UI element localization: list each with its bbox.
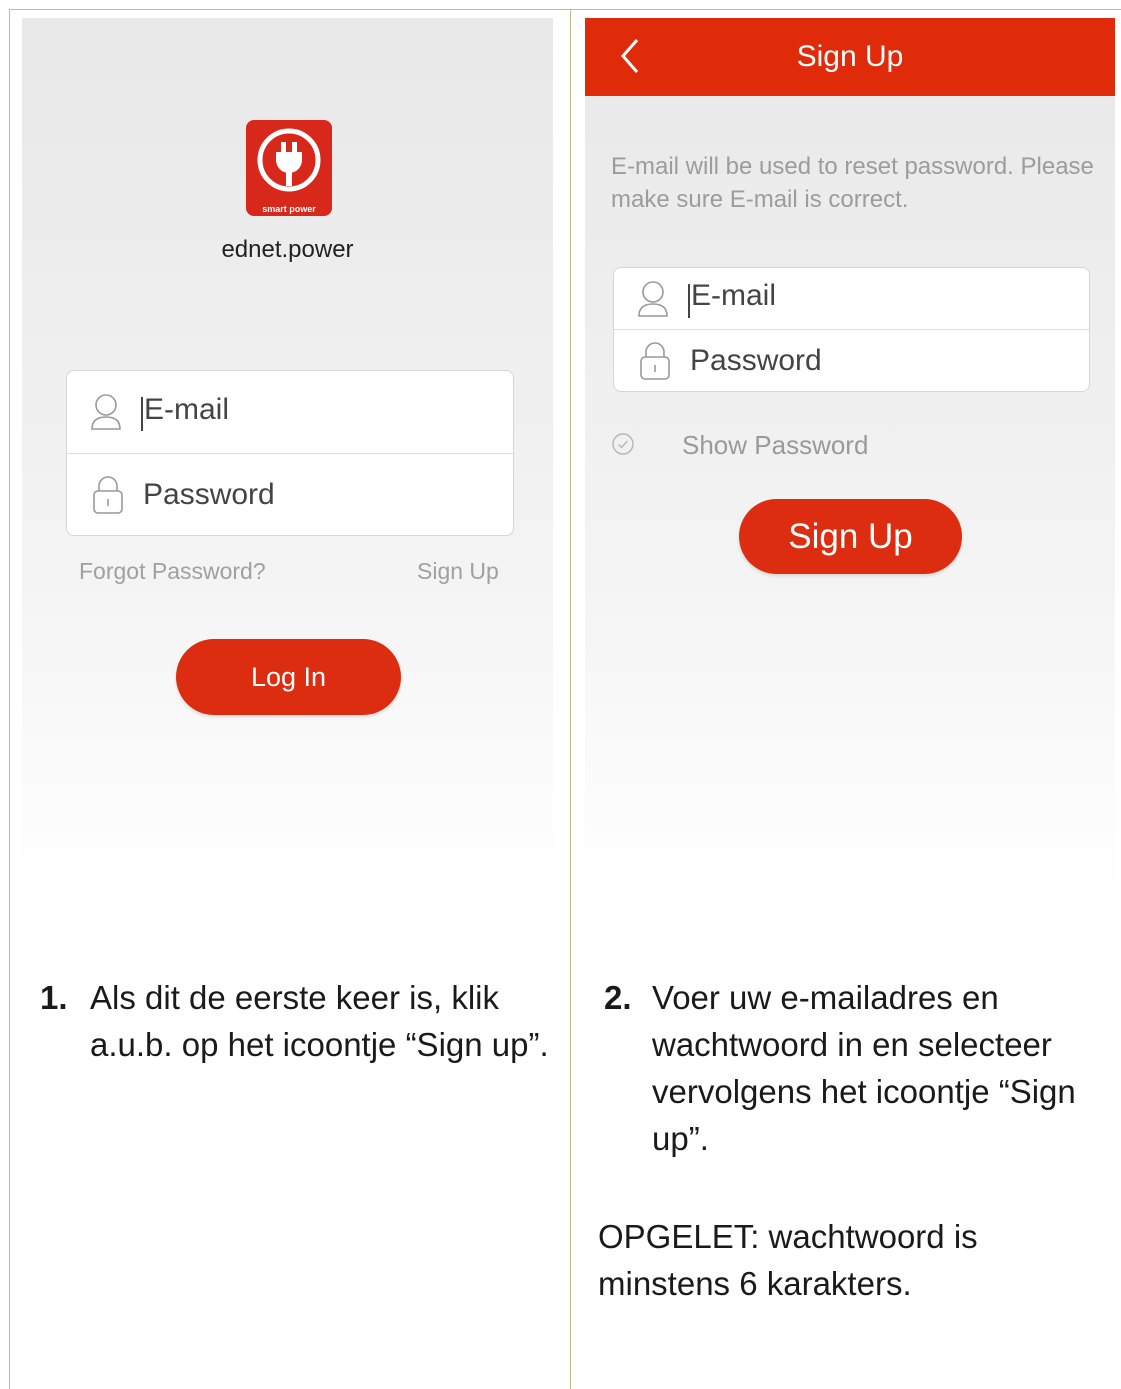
password-field[interactable]: Password	[614, 330, 1089, 391]
email-field[interactable]: E-mail	[614, 268, 1089, 330]
forgot-password-link[interactable]: Forgot Password?	[79, 558, 266, 585]
step-2-caption: 2. Voer uw e-mailadres en wachtwoord in …	[604, 974, 1110, 1162]
email-placeholder: E-mail	[691, 279, 777, 313]
table-left-border	[9, 9, 10, 1389]
show-password-label[interactable]: Show Password	[682, 430, 868, 461]
email-note: E-mail will be used to reset password. P…	[611, 153, 1094, 213]
table-divider	[570, 9, 571, 1389]
page-title: Sign Up	[796, 40, 904, 73]
app-logo-label: smart power	[262, 204, 316, 214]
login-screen: smart power ednet.power E-mail Password …	[22, 18, 553, 896]
lock-icon	[638, 340, 672, 382]
email-field[interactable]: E-mail	[67, 371, 513, 454]
plug-icon	[257, 128, 321, 192]
user-icon	[89, 391, 123, 433]
step-1-number: 1.	[40, 979, 68, 1016]
lock-icon	[91, 474, 125, 516]
text-caret	[688, 283, 690, 318]
signup-form: E-mail Password	[613, 267, 1090, 392]
password-placeholder: Password	[690, 343, 822, 377]
password-placeholder: Password	[143, 477, 275, 511]
top-bar: Sign Up	[585, 18, 1115, 96]
text-caret	[141, 397, 143, 432]
signup-screen: Sign Up E-mail will be used to reset pas…	[585, 18, 1115, 896]
warning-note: OPGELET: wachtwoord is minstens 6 karakt…	[598, 1218, 978, 1302]
login-form: E-mail Password	[66, 370, 514, 536]
step-2-text: Voer uw e-mailadres en wachtwoord in en …	[652, 979, 1076, 1157]
step-1-text: Als dit de eerste keer is, klik a.u.b. o…	[90, 979, 549, 1063]
password-field[interactable]: Password	[67, 454, 513, 535]
login-button[interactable]: Log In	[176, 639, 401, 715]
user-icon	[636, 278, 670, 320]
app-name: ednet.power	[221, 236, 354, 263]
step-2-number: 2.	[604, 979, 632, 1016]
table-top-border	[9, 9, 1121, 10]
sign-up-link[interactable]: Sign Up	[417, 558, 499, 585]
app-logo: smart power	[246, 120, 332, 216]
signup-button[interactable]: Sign Up	[739, 499, 962, 574]
check-circle-icon[interactable]	[611, 432, 635, 456]
email-placeholder: E-mail	[144, 392, 230, 426]
step-1-caption: 1. Als dit de eerste keer is, klik a.u.b…	[40, 974, 560, 1068]
